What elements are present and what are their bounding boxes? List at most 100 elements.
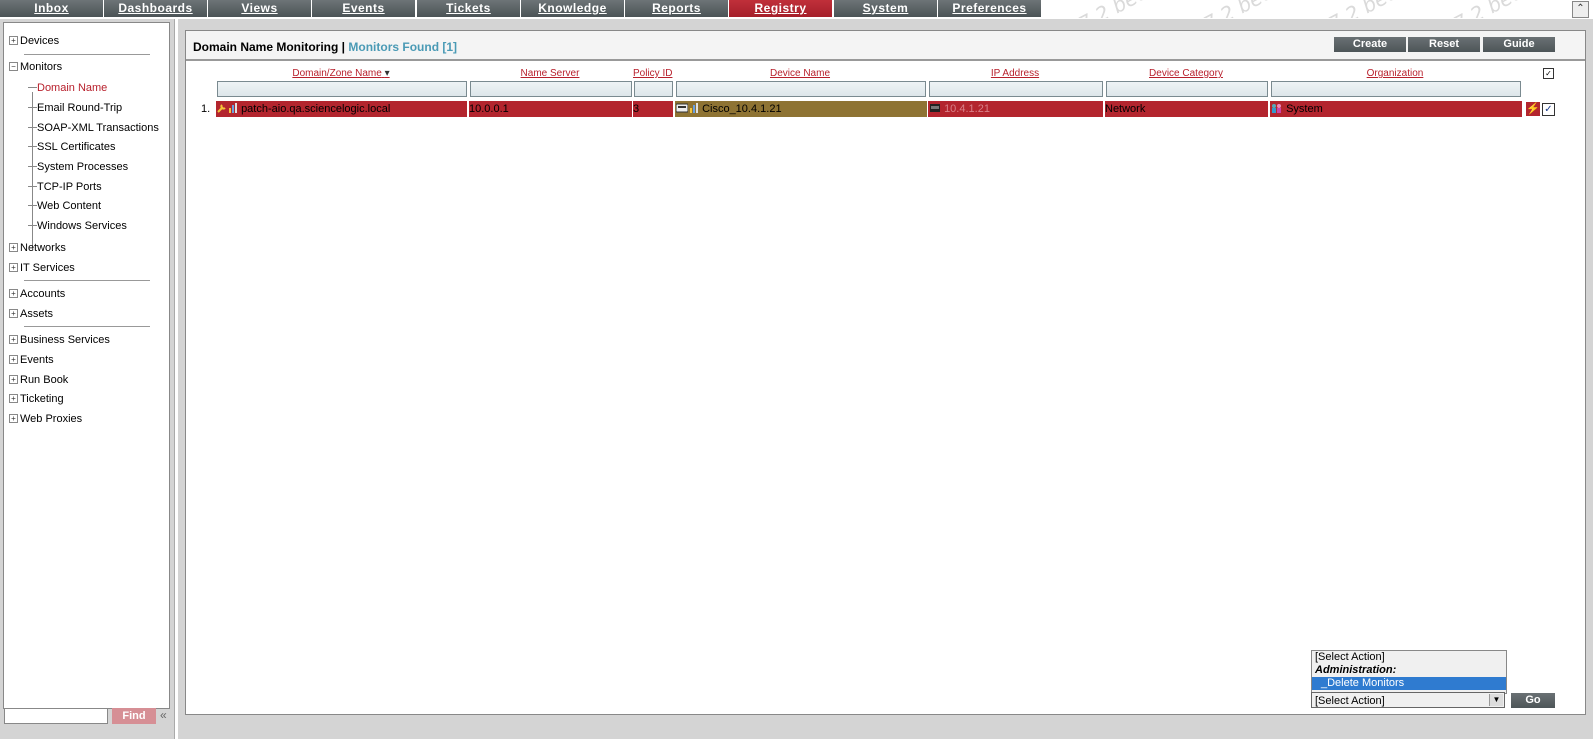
col-device-name[interactable]: Device Name	[675, 68, 925, 79]
policy-id-value: 3	[633, 103, 640, 115]
name-server-value: 10.0.0.1	[469, 103, 509, 115]
table-row[interactable]: 1. patch-aio.qa.sciencelogic.local 10.0.…	[186, 101, 1585, 117]
tree-item-ssl-certificates[interactable]: SSL Certificates	[28, 141, 115, 153]
expand-icon[interactable]: +	[9, 243, 18, 252]
expand-icon[interactable]: +	[9, 394, 18, 403]
expand-icon[interactable]: +	[9, 375, 18, 384]
action-select[interactable]: [Select Action] ▼	[1311, 692, 1505, 708]
tree-events[interactable]: + Events	[9, 354, 54, 366]
reset-button[interactable]: Reset	[1408, 37, 1480, 52]
expand-icon[interactable]: +	[9, 335, 18, 344]
chevron-down-icon[interactable]: ▼	[1489, 694, 1503, 706]
cell-organization[interactable]: System	[1270, 101, 1523, 117]
collapse-left-icon[interactable]: «	[160, 708, 174, 722]
tab-system[interactable]: System	[834, 0, 938, 17]
filter-policy-id[interactable]	[634, 81, 673, 97]
filter-device-category[interactable]	[1106, 81, 1268, 97]
tree-item-domain-name[interactable]: Domain Name	[28, 82, 107, 94]
tab-events[interactable]: Events	[312, 0, 416, 17]
tab-tickets[interactable]: Tickets	[417, 0, 521, 17]
expand-icon[interactable]: +	[9, 263, 18, 272]
row-checkbox[interactable]: ✓	[1542, 103, 1555, 116]
tree-networks[interactable]: + Networks	[9, 242, 66, 254]
col-name-server[interactable]: Name Server	[469, 68, 631, 79]
go-button[interactable]: Go	[1511, 693, 1555, 708]
device-name-value: Cisco_10.4.1.21	[702, 103, 782, 115]
tree-run-book[interactable]: + Run Book	[9, 374, 68, 386]
find-input[interactable]	[4, 708, 108, 724]
cell-device-category: Network	[1105, 101, 1269, 117]
expand-icon[interactable]: +	[9, 36, 18, 45]
organization-value: System	[1286, 103, 1323, 115]
col-policy-id[interactable]: Policy ID	[633, 68, 672, 79]
select-all-checkbox[interactable]: ✓	[1543, 68, 1554, 79]
tab-reports[interactable]: Reports	[625, 0, 729, 17]
tree-it-services[interactable]: + IT Services	[9, 262, 75, 274]
tree-devices[interactable]: + Devices	[9, 35, 59, 47]
tree-item-windows-services[interactable]: Windows Services	[28, 220, 127, 232]
collapse-up-icon[interactable]: ⌃	[1572, 1, 1589, 18]
guide-button[interactable]: Guide	[1483, 37, 1555, 52]
tab-knowledge[interactable]: Knowledge	[521, 0, 625, 17]
create-button[interactable]: Create	[1334, 37, 1406, 52]
tree-monitors[interactable]: − Monitors	[9, 61, 62, 73]
cell-name-server: 10.0.0.1	[469, 101, 633, 117]
option-delete-monitors[interactable]: _Delete Monitors	[1312, 677, 1506, 690]
tab-inbox[interactable]: Inbox	[0, 0, 104, 17]
col-domain-zone-name[interactable]: Domain/Zone Name ▾	[216, 68, 466, 79]
bar-chart-icon[interactable]	[228, 103, 238, 113]
tree-business-services[interactable]: + Business Services	[9, 334, 110, 346]
tree-label: Monitors	[20, 61, 63, 73]
tree-item-soap-xml[interactable]: SOAP-XML Transactions	[28, 122, 159, 134]
tree-item-system-processes[interactable]: System Processes	[28, 161, 128, 173]
watermark: 7.2 beta	[1074, 0, 1159, 18]
title-text: Domain Name Monitoring |	[193, 40, 346, 54]
col-ip-address[interactable]: IP Address	[928, 68, 1102, 79]
filter-organization[interactable]	[1271, 81, 1521, 97]
expand-icon[interactable]: +	[9, 309, 18, 318]
tab-registry[interactable]: Registry	[729, 0, 833, 17]
tree-item-tcp-ip-ports[interactable]: TCP-IP Ports	[28, 181, 102, 193]
monitor-panel: Domain Name Monitoring | Monitors Found …	[185, 30, 1586, 715]
tree-web-proxies[interactable]: + Web Proxies	[9, 413, 82, 425]
cell-device-name[interactable]: Cisco_10.4.1.21	[675, 101, 928, 117]
cell-ip-address[interactable]: 10.4.1.21	[928, 101, 1104, 117]
tree-item-email-round-trip[interactable]: Email Round-Trip	[28, 102, 122, 114]
cell-domain[interactable]: patch-aio.qa.sciencelogic.local	[216, 101, 468, 117]
filter-name-server[interactable]	[470, 81, 632, 97]
bar-chart-icon[interactable]	[689, 103, 699, 113]
top-nav: Inbox Dashboards Views Events Tickets Kn…	[0, 0, 1593, 18]
filter-domain[interactable]	[217, 81, 467, 97]
tab-preferences[interactable]: Preferences	[938, 0, 1042, 17]
sort-desc-icon: ▾	[384, 68, 390, 79]
tree-accounts[interactable]: + Accounts	[9, 288, 65, 300]
watermark: 7.2 beta	[1449, 0, 1534, 18]
option-select-action[interactable]: [Select Action]	[1312, 651, 1506, 664]
tree-ticketing[interactable]: + Ticketing	[9, 393, 64, 405]
tree-item-web-content[interactable]: Web Content	[28, 200, 101, 212]
filter-device-name[interactable]	[676, 81, 926, 97]
col-organization[interactable]: Organization	[1270, 68, 1520, 79]
expand-icon[interactable]: +	[9, 289, 18, 298]
tab-dashboards[interactable]: Dashboards	[104, 0, 208, 17]
left-panel: + Devices − Monitors Domain Name Email Rou…	[0, 19, 175, 739]
tree-assets[interactable]: + Assets	[9, 308, 53, 320]
organization-icon[interactable]	[1271, 103, 1283, 113]
row-number: 1.	[201, 103, 211, 115]
lightning-icon[interactable]: ⚡	[1526, 102, 1540, 116]
divider	[24, 326, 150, 327]
expand-icon[interactable]: +	[9, 414, 18, 423]
col-device-category[interactable]: Device Category	[1105, 68, 1267, 79]
tab-views[interactable]: Views	[208, 0, 312, 17]
find-button[interactable]: Find	[112, 708, 156, 724]
divider	[24, 280, 150, 281]
network-port-icon[interactable]	[929, 103, 941, 113]
filter-ip-address[interactable]	[929, 81, 1103, 97]
expand-icon[interactable]: +	[9, 355, 18, 364]
wrench-icon[interactable]	[217, 103, 227, 113]
watermark: 7.2 beta	[1324, 0, 1409, 18]
device-category-value: Network	[1105, 103, 1146, 115]
device-icon[interactable]	[676, 103, 688, 113]
collapse-icon[interactable]: −	[9, 62, 18, 71]
action-options-list: [Select Action] Administration: _Delete …	[1311, 650, 1507, 694]
